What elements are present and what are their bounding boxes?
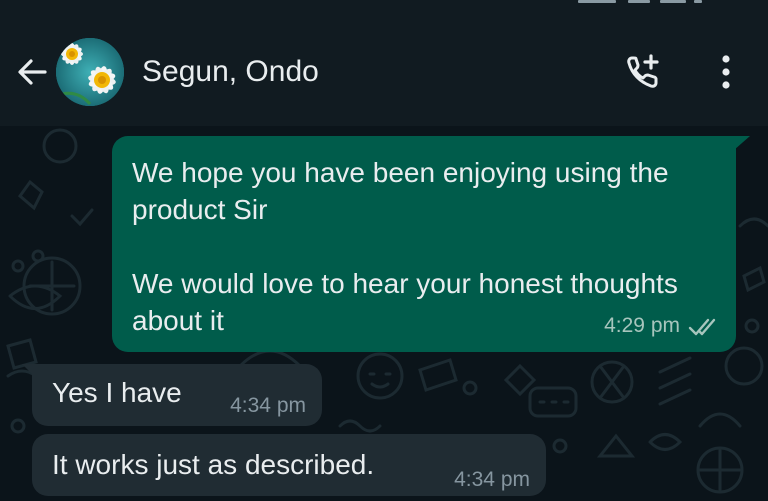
contact-name[interactable]: Segun, Ondo [142, 54, 319, 90]
chat-screen: Segun, Ondo We hope you have been enjoyi… [0, 0, 768, 501]
message-bubble-incoming[interactable]: It works just as described. 4:34 pm [32, 434, 546, 496]
message-time: 4:34 pm [454, 468, 530, 491]
add-call-button[interactable] [618, 50, 668, 94]
back-button[interactable] [12, 52, 52, 92]
message-text: We hope you have been enjoying using the… [132, 157, 678, 336]
more-vertical-icon [722, 55, 730, 89]
status-bar-remnant [548, 0, 768, 6]
message-time: 4:29 pm [604, 314, 680, 337]
outgoing-bubble-tail [734, 136, 750, 150]
contact-avatar[interactable] [56, 38, 124, 106]
message-text: Yes I have [52, 377, 182, 408]
chat-messages-area[interactable]: We hope you have been enjoying using the… [0, 126, 768, 501]
daisy-photo [56, 38, 124, 106]
arrow-left-icon [18, 59, 47, 85]
add-call-icon [627, 54, 659, 88]
double-check-read-icon [688, 318, 716, 336]
message-text: It works just as described. [52, 449, 375, 480]
message-time: 4:34 pm [230, 394, 306, 417]
message-bubble-outgoing[interactable]: We hope you have been enjoying using the… [112, 136, 736, 352]
message-bubble-incoming[interactable]: Yes I have 4:34 pm [32, 364, 322, 426]
chat-header: Segun, Ondo [0, 0, 768, 126]
more-options-button[interactable] [706, 50, 746, 94]
